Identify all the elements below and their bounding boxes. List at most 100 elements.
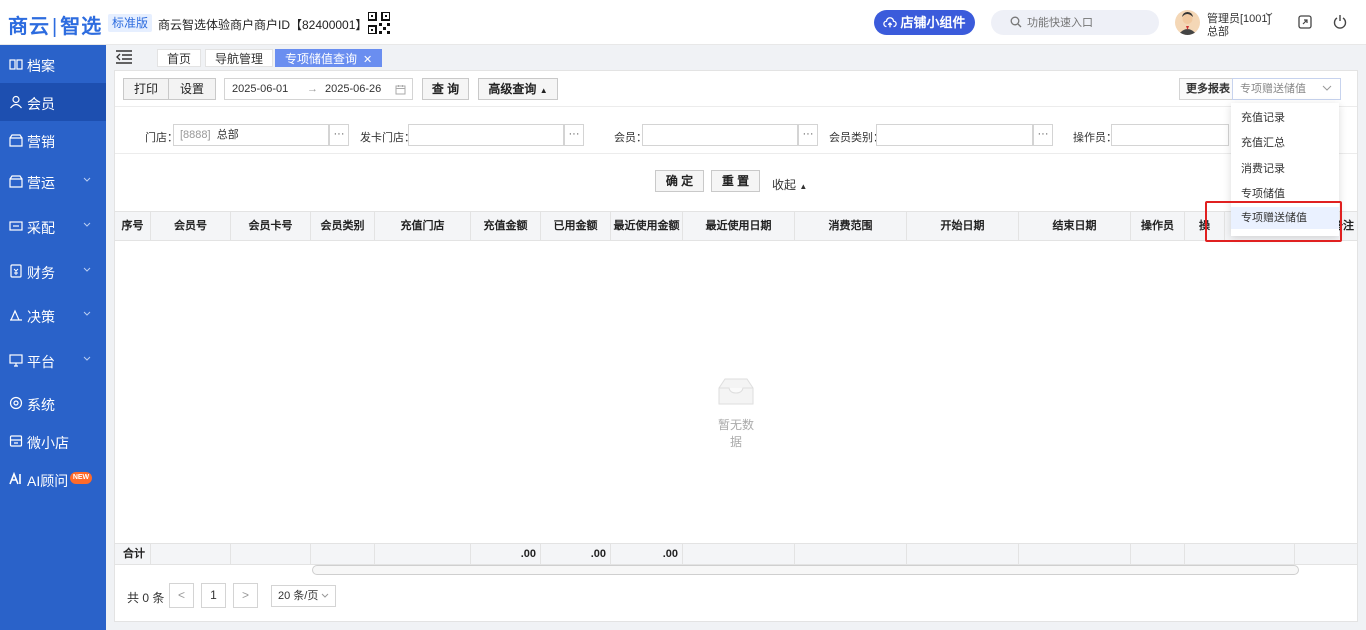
footer-cell xyxy=(1019,544,1131,565)
chevron-down-icon xyxy=(83,311,91,316)
close-icon[interactable]: ✕ xyxy=(363,54,372,66)
footer-cell xyxy=(231,544,311,565)
finance-icon xyxy=(10,264,22,278)
top-header: 商云 | 智选 标准版 商云智选体验商户 商户ID【82400001】 店铺小组件 … xyxy=(0,0,1366,45)
search-icon xyxy=(1010,16,1022,28)
merchant-name: 商云智选体验商户 xyxy=(158,18,255,32)
column-header[interactable]: 会员类别 xyxy=(311,212,375,241)
main-panel: 打印 设置 2025-06-01 → 2025-06-26 查 询 高级查询 ▲… xyxy=(114,70,1358,622)
member-type-picker-button[interactable]: ··· xyxy=(1033,124,1053,146)
store-widget-button[interactable]: 店铺小组件 xyxy=(874,10,975,35)
divider xyxy=(115,106,1357,107)
prev-page-button[interactable]: < xyxy=(169,583,194,608)
footer-cell xyxy=(151,544,231,565)
more-reports-label[interactable]: 更多报表 xyxy=(1179,78,1237,100)
print-button[interactable]: 打印 xyxy=(123,78,169,100)
sidebar-item-marketing[interactable]: 营销 xyxy=(0,121,106,159)
user-org: 总部 xyxy=(1207,26,1229,38)
start-date[interactable]: 2025-06-01 xyxy=(232,83,288,95)
brand-logo[interactable]: 商云 | 智选 xyxy=(8,10,102,39)
horizontal-scrollbar[interactable] xyxy=(312,565,1299,575)
footer-cell xyxy=(311,544,375,565)
empty-box-icon xyxy=(718,378,754,405)
sidebar-item-mini-store[interactable]: 微小店 xyxy=(0,422,106,460)
sidebar: 档案 会员 营销 营运 采配 财务 决策 平台 系统 微小店 AI顾问 NEW xyxy=(0,45,106,630)
dropdown-item-consumption-records[interactable]: 消费记录 xyxy=(1231,158,1339,180)
member-input[interactable] xyxy=(642,124,798,146)
column-header[interactable]: 消费范围 xyxy=(795,212,907,241)
avatar[interactable] xyxy=(1175,10,1200,35)
column-header[interactable]: 充值门店 xyxy=(375,212,471,241)
report-select[interactable]: 专项赠送储值 xyxy=(1232,78,1341,100)
column-header[interactable]: 充值金额 xyxy=(471,212,541,241)
next-page-button[interactable]: > xyxy=(233,583,258,608)
sidebar-item-operation[interactable]: 营运 xyxy=(0,162,106,200)
column-header[interactable]: 结束日期 xyxy=(1019,212,1131,241)
sidebar-item-decision[interactable]: 决策 xyxy=(0,296,106,334)
footer-cell xyxy=(795,544,907,565)
table-footer: 合计 .00 .00 .00 xyxy=(115,543,1357,565)
cloud-upload-icon xyxy=(883,17,898,28)
footer-cell xyxy=(375,544,471,565)
operator-input[interactable] xyxy=(1111,124,1229,146)
tab-home[interactable]: 首页 xyxy=(157,49,202,67)
date-range-picker[interactable]: 2025-06-01 → 2025-06-26 xyxy=(224,78,413,100)
card-store-picker-button[interactable]: ··· xyxy=(564,124,584,146)
edition-badge: 标准版 xyxy=(108,14,153,32)
page-size-select[interactable]: 20 条/页 xyxy=(271,585,336,607)
footer-recharge-total: .00 xyxy=(471,544,541,565)
chevron-down-icon xyxy=(83,356,91,361)
chevron-down-icon xyxy=(83,177,91,182)
advanced-query-button[interactable]: 高级查询 ▲ xyxy=(478,78,558,100)
chevron-down-icon[interactable] xyxy=(1265,12,1273,18)
sidebar-item-system[interactable]: 系统 xyxy=(0,384,106,422)
tab-navigation[interactable]: 导航管理 xyxy=(205,49,274,67)
column-header[interactable]: 最近使用日期 xyxy=(683,212,795,241)
column-header[interactable]: 最近使用金额 xyxy=(611,212,683,241)
new-badge: NEW xyxy=(70,472,92,484)
column-header[interactable]: 开始日期 xyxy=(907,212,1019,241)
menu-collapse-icon[interactable] xyxy=(115,50,133,64)
store-input[interactable]: [8888] 总部 xyxy=(173,124,329,146)
merchant-id: 商户ID【82400001】 xyxy=(254,18,368,32)
sidebar-item-archive[interactable]: 档案 xyxy=(0,45,106,83)
tab-special-stored-value[interactable]: 专项储值查询 ✕ xyxy=(275,49,383,67)
sidebar-item-platform[interactable]: 平台 xyxy=(0,341,106,379)
sidebar-item-member[interactable]: 会员 xyxy=(0,83,106,121)
user-icon xyxy=(10,95,22,109)
column-header[interactable]: 会员号 xyxy=(151,212,231,241)
end-date[interactable]: 2025-06-26 xyxy=(325,83,381,95)
sidebar-item-finance[interactable]: 财务 xyxy=(0,252,106,290)
query-button[interactable]: 查 询 xyxy=(422,78,469,100)
power-icon[interactable] xyxy=(1333,14,1347,29)
settings-button[interactable]: 设置 xyxy=(168,78,216,100)
chevron-down-icon xyxy=(83,222,91,227)
tab-bar: 首页 导航管理 专项储值查询 ✕ xyxy=(106,45,1366,70)
reset-button[interactable]: 重 置 xyxy=(711,170,760,192)
page-number-button[interactable]: 1 xyxy=(201,583,226,608)
confirm-button[interactable]: 确 定 xyxy=(655,170,704,192)
qr-code-icon[interactable] xyxy=(368,12,390,34)
sidebar-item-purchase[interactable]: 采配 xyxy=(0,207,106,245)
column-header[interactable]: 序号 xyxy=(115,212,151,241)
sidebar-item-ai-advisor[interactable]: AI顾问 NEW xyxy=(0,460,106,498)
collapse-toggle[interactable]: 收起 ▲ xyxy=(772,176,807,193)
column-header[interactable]: 会员卡号 xyxy=(231,212,311,241)
dropdown-item-recharge-records[interactable]: 充值记录 xyxy=(1231,107,1339,129)
footer-total-label: 合计 xyxy=(115,544,151,565)
member-picker-button[interactable]: ··· xyxy=(798,124,818,146)
card-store-label: 发卡门店： xyxy=(360,132,415,144)
store-icon xyxy=(9,435,23,447)
column-header[interactable]: 操作员 xyxy=(1131,212,1185,241)
fullscreen-icon[interactable] xyxy=(1298,15,1312,29)
dropdown-item-recharge-summary[interactable]: 充值汇总 xyxy=(1231,132,1339,154)
store-picker-button[interactable]: ··· xyxy=(329,124,349,146)
footer-cell xyxy=(1185,544,1295,565)
footer-cell xyxy=(907,544,1019,565)
column-header[interactable]: 已用金额 xyxy=(541,212,611,241)
footer-last-used-total: .00 xyxy=(611,544,683,565)
member-type-input[interactable] xyxy=(876,124,1033,146)
card-store-input[interactable] xyxy=(408,124,564,146)
footer-used-total: .00 xyxy=(541,544,611,565)
calendar-icon xyxy=(395,85,406,95)
